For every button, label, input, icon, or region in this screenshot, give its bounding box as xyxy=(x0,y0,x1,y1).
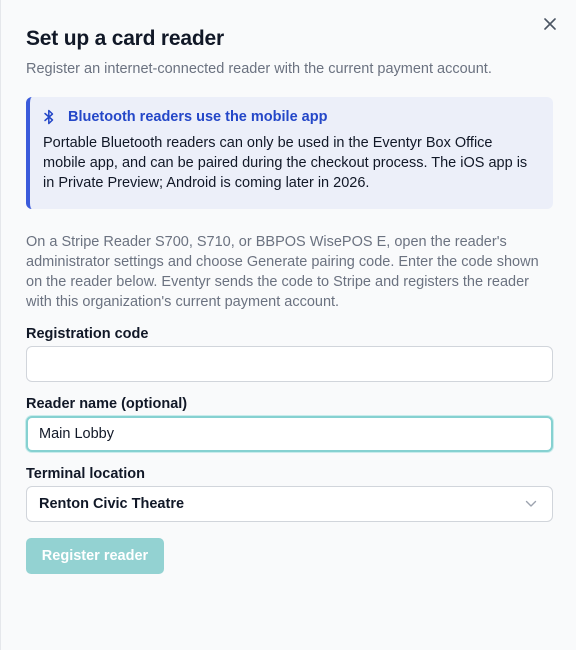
chevron-down-icon xyxy=(525,500,537,507)
terminal-location-label: Terminal location xyxy=(26,466,145,482)
reader-name-input[interactable] xyxy=(26,416,553,452)
dialog-title: Set up a card reader xyxy=(26,27,224,50)
bluetooth-icon xyxy=(44,109,54,125)
card-reader-dialog: Set up a card reader Register an interne… xyxy=(0,0,576,650)
terminal-location-select[interactable]: Renton Civic Theatre xyxy=(26,486,553,522)
close-button[interactable] xyxy=(540,14,560,34)
reader-name-label: Reader name (optional) xyxy=(26,396,188,412)
notice-body: Portable Bluetooth readers can only be u… xyxy=(43,135,528,191)
dialog-subtitle: Register an internet-connected reader wi… xyxy=(26,61,492,77)
notice-header: Bluetooth readers use the mobile app xyxy=(43,109,539,125)
terminal-location-value: Renton Civic Theatre xyxy=(39,496,185,512)
notice-title: Bluetooth readers use the mobile app xyxy=(68,109,328,125)
registration-code-label: Registration code xyxy=(26,326,149,342)
pairing-instructions: On a Stripe Reader S700, S710, or BBPOS … xyxy=(26,234,539,310)
bluetooth-notice: Bluetooth readers use the mobile app Por… xyxy=(26,97,553,209)
register-reader-button[interactable]: Register reader xyxy=(26,538,164,574)
registration-code-input[interactable] xyxy=(26,346,553,382)
close-icon xyxy=(544,18,556,30)
